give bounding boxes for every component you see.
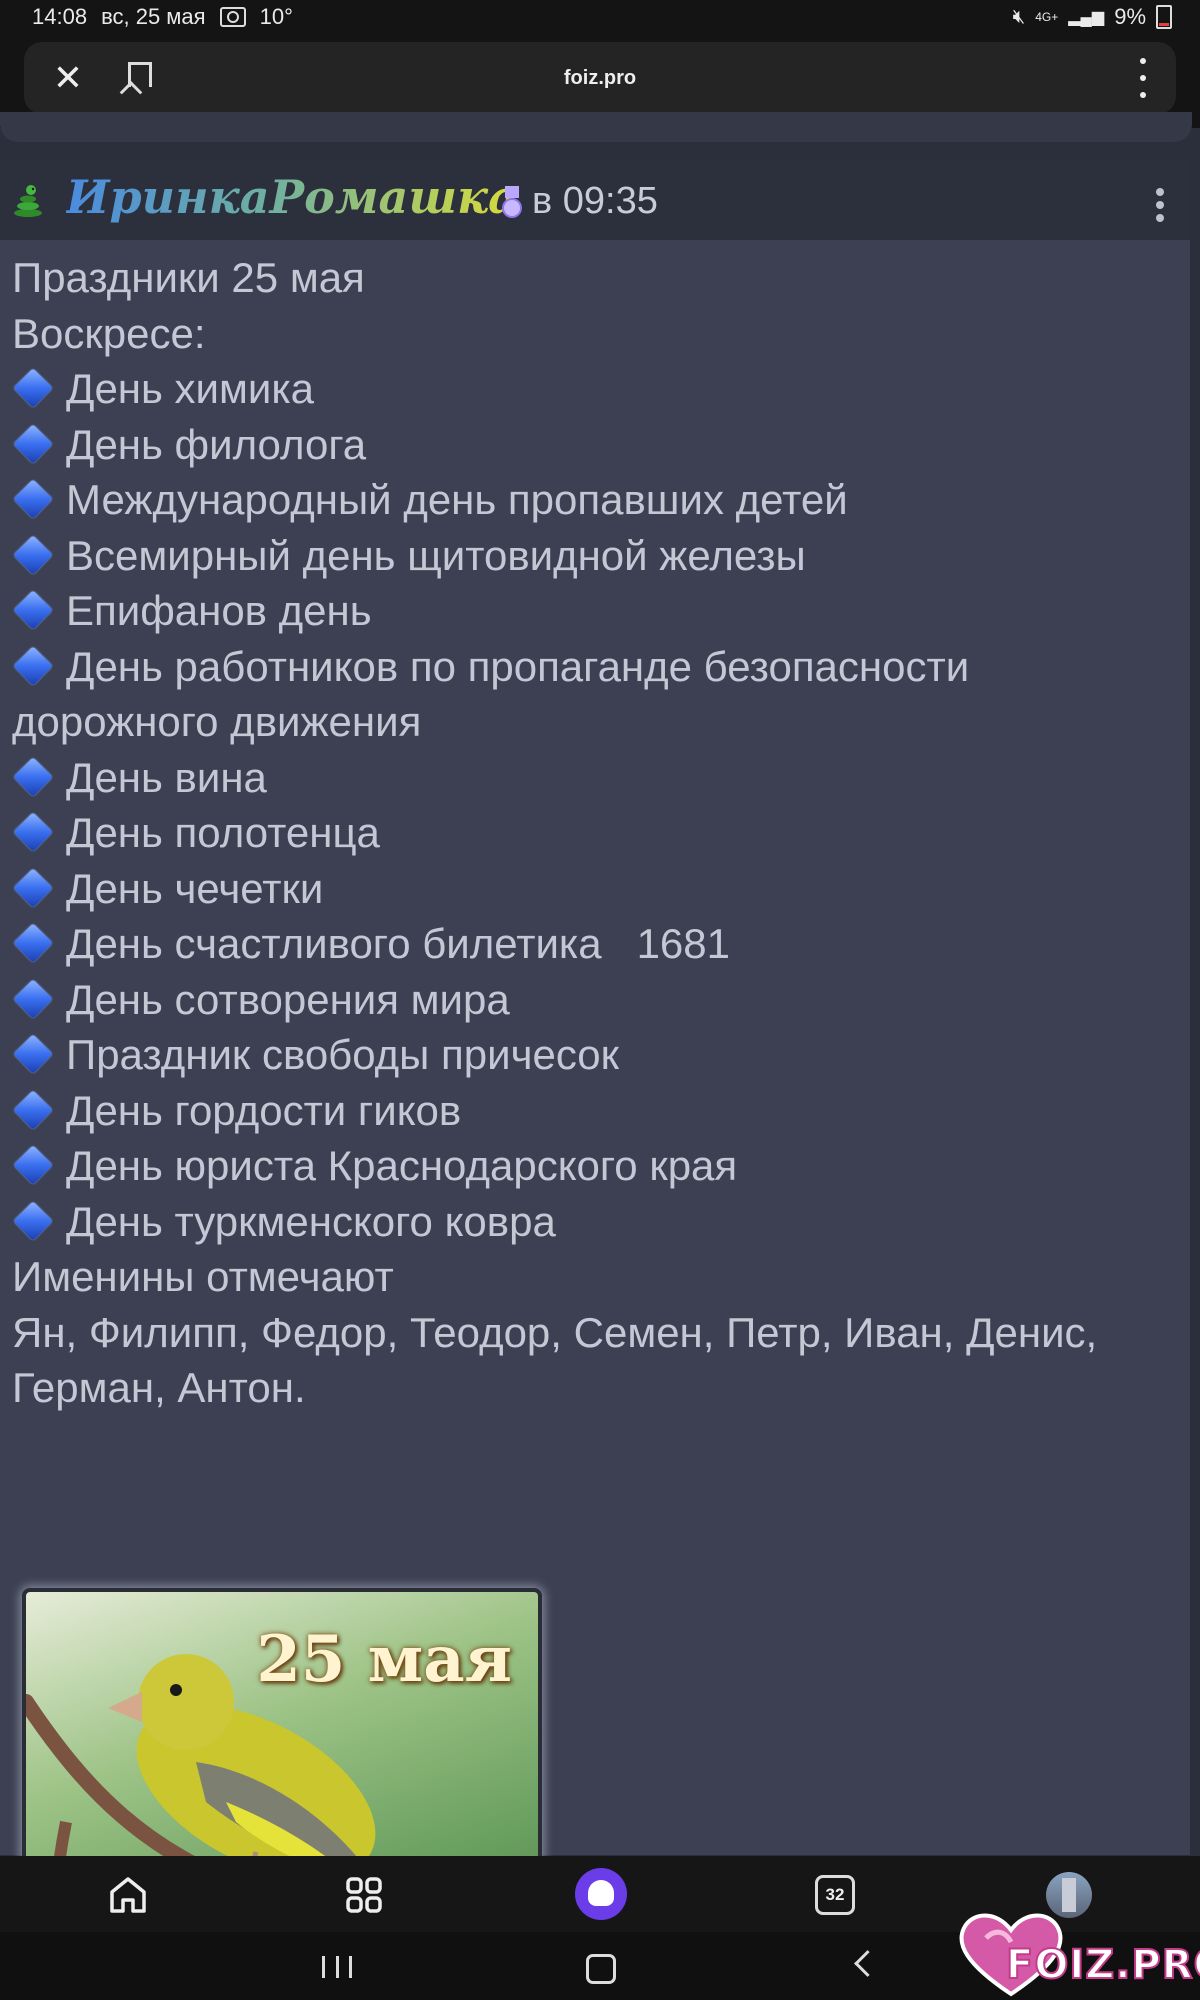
holiday-item: Епифанов день xyxy=(12,583,1182,639)
holiday-item: День туркменского ковра xyxy=(12,1194,1182,1250)
network-label: 4G+ xyxy=(1035,10,1059,24)
holiday-text: Епифанов день xyxy=(66,587,372,634)
image-caption: 25 мая xyxy=(256,1622,512,1697)
post-body: Праздники 25 мая Воскресе: День химика Д… xyxy=(12,250,1182,1416)
watermark-logo: FOIZ.PRO xyxy=(956,1908,1200,2000)
blue-diamond-icon xyxy=(12,756,54,798)
post-time: в 09:35 xyxy=(532,180,658,222)
holiday-item: День юриста Краснодарского края xyxy=(12,1138,1182,1194)
holiday-item: День работников по пропаганде безопаснос… xyxy=(12,639,1182,750)
blue-diamond-icon xyxy=(12,1200,54,1242)
blue-diamond-icon xyxy=(12,811,54,853)
holiday-text: День туркменского ковра xyxy=(66,1197,556,1245)
holiday-text: День сотворения мира xyxy=(66,975,510,1023)
blue-diamond-icon xyxy=(12,367,54,409)
medal-icon xyxy=(502,186,522,218)
blue-diamond-icon xyxy=(12,1089,54,1131)
battery-icon xyxy=(1156,5,1172,29)
namedays-list: Ян, Филипп, Федор, Теодор, Семен, Петр, … xyxy=(12,1308,1098,1412)
holiday-item: День филолога xyxy=(12,417,1182,473)
tabs-icon[interactable]: 32 xyxy=(810,1870,860,1920)
post-weekday: Воскресе: xyxy=(12,309,206,357)
holiday-text: День гордости гиков xyxy=(66,1086,462,1134)
holiday-item: День счастливого билетика 1681 xyxy=(12,916,1182,972)
back-icon[interactable] xyxy=(854,1950,881,1977)
recent-apps-icon[interactable] xyxy=(322,1956,352,1978)
battery-label: 9% xyxy=(1114,4,1146,29)
status-bar: 14:08 вс, 25 мая 10° 🔇︎ 4G+ ▂▄▆ 9% xyxy=(0,0,1200,36)
holiday-item: День сотворения мира xyxy=(12,972,1182,1028)
url-text[interactable]: foiz.pro xyxy=(24,42,1176,114)
mute-icon: 🔇︎ xyxy=(1012,5,1026,28)
date: вс, 25 мая xyxy=(101,4,206,29)
watermark-text: FOIZ.PRO xyxy=(1005,1941,1200,1989)
apps-grid-icon[interactable] xyxy=(339,1870,389,1920)
post-header: ИринкаРомашка в 09:35 xyxy=(0,160,1190,240)
home-button-icon[interactable] xyxy=(586,1954,616,1984)
previous-post-edge xyxy=(0,112,1192,142)
blue-diamond-icon xyxy=(12,922,54,964)
blue-diamond-icon xyxy=(12,867,54,909)
snake-icon xyxy=(14,185,42,217)
holiday-text: Международный день пропавших детей xyxy=(66,476,848,523)
holiday-text: День филолога xyxy=(66,420,367,468)
more-vert-icon[interactable] xyxy=(1140,58,1146,98)
holiday-item: День чечетки xyxy=(12,861,1182,917)
holiday-text: Всемирный день щитовидной железы xyxy=(66,531,806,579)
holiday-text: День химика xyxy=(66,365,315,412)
clock: 14:08 xyxy=(32,4,88,29)
author-name[interactable]: ИринкаРомашка xyxy=(66,170,518,224)
blue-diamond-icon xyxy=(12,645,54,687)
post-card: ИринкаРомашка в 09:35 Праздники 25 мая В… xyxy=(0,160,1190,2000)
signal-icon: ▂▄▆ xyxy=(1068,9,1105,26)
holiday-item: День вина xyxy=(12,750,1182,806)
holiday-text: День вина xyxy=(66,753,267,801)
holiday-text: День работников по пропаганде безопаснос… xyxy=(12,642,970,746)
blue-diamond-icon xyxy=(12,423,54,465)
blue-diamond-icon xyxy=(12,1033,54,1075)
post-menu-icon[interactable] xyxy=(1156,188,1164,222)
assistant-icon[interactable] xyxy=(575,1868,627,1920)
holiday-item: Международный день пропавших детей xyxy=(12,472,1182,528)
camera-icon xyxy=(219,7,246,27)
home-icon[interactable] xyxy=(103,1870,153,1920)
holiday-text: Праздник свободы причесок xyxy=(66,1031,620,1078)
post-heading: Праздники 25 мая xyxy=(12,254,365,301)
holiday-item: День химика xyxy=(12,361,1182,417)
blue-diamond-icon xyxy=(12,1144,54,1186)
address-bar[interactable]: ✕ foiz.pro xyxy=(24,42,1176,114)
blue-diamond-icon xyxy=(12,589,54,631)
blue-diamond-icon xyxy=(12,534,54,576)
blue-diamond-icon xyxy=(12,978,54,1020)
holiday-item: День гордости гиков xyxy=(12,1083,1182,1139)
holiday-text: День юриста Краснодарского края xyxy=(66,1142,738,1189)
blue-diamond-icon xyxy=(12,478,54,520)
holiday-item: Праздник свободы причесок xyxy=(12,1027,1182,1083)
holiday-text: День чечетки xyxy=(66,864,324,912)
namedays-title: Именины отмечают xyxy=(12,1253,394,1300)
holiday-text: День полотенца xyxy=(66,809,380,856)
holiday-item: Всемирный день щитовидной железы xyxy=(12,528,1182,584)
temperature: 10° xyxy=(259,4,293,29)
holiday-text: День счастливого билетика 1681 xyxy=(66,920,731,967)
tabs-count: 32 xyxy=(815,1875,855,1915)
holiday-item: День полотенца xyxy=(12,805,1182,861)
